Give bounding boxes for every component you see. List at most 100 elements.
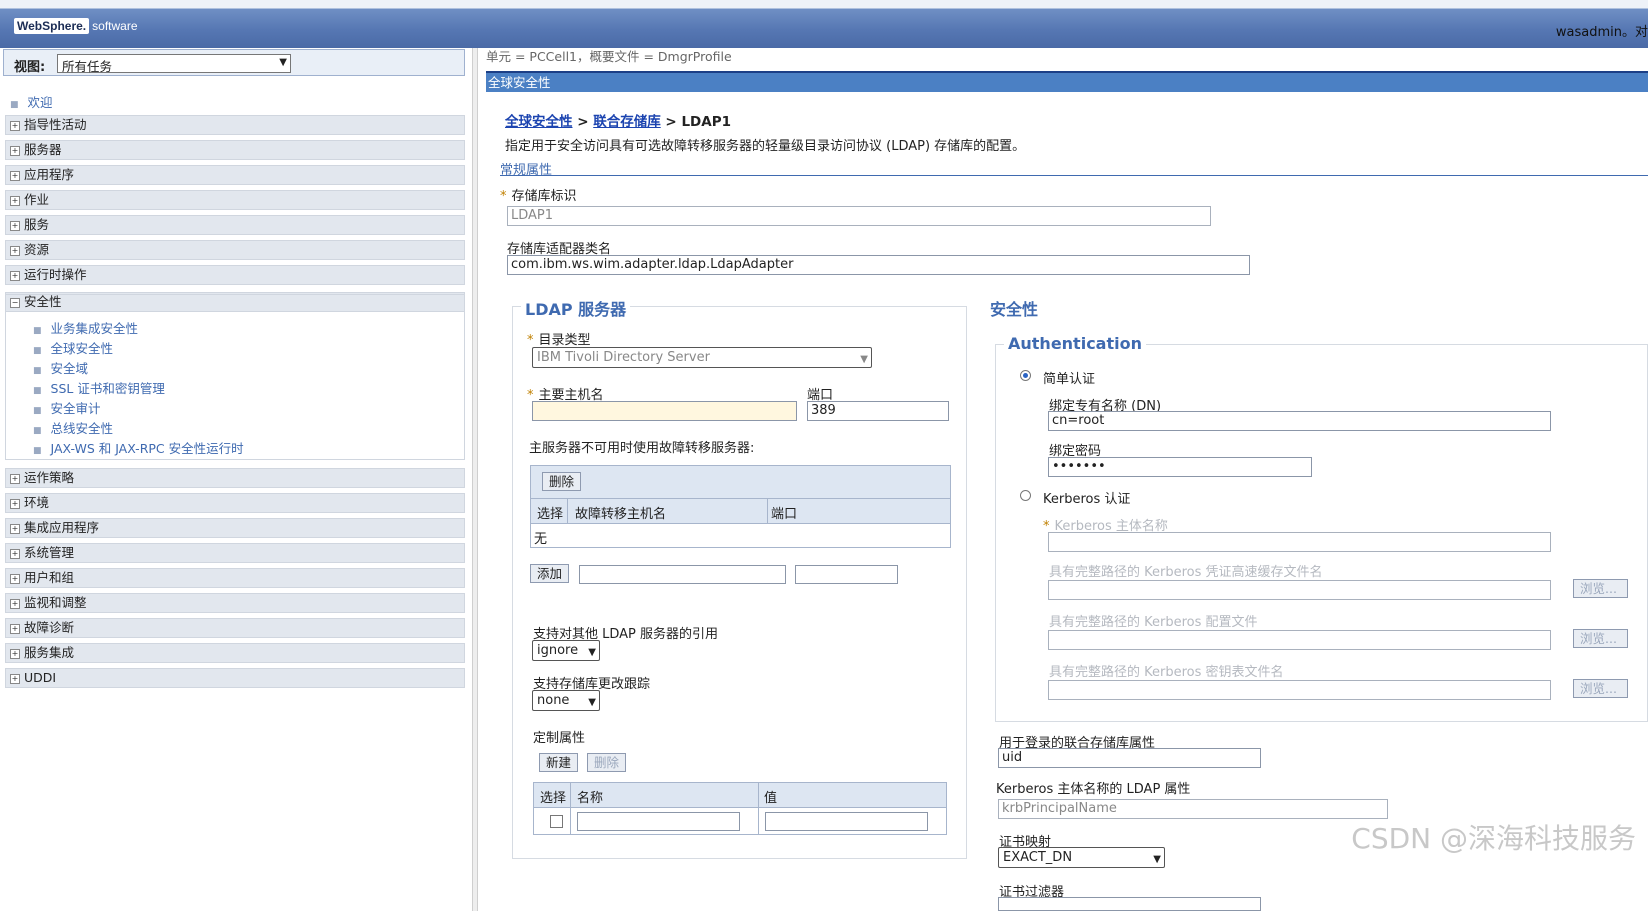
nav-category-troubleshooting[interactable]: + 故障诊断: [5, 618, 465, 638]
nav-item-label: 业务集成安全性: [50, 321, 139, 336]
nav-category-service-integration[interactable]: + 服务集成: [5, 643, 465, 663]
change-tracking-select[interactable]: none ▼: [532, 690, 600, 711]
breadcrumb-current: LDAP1: [681, 114, 731, 130]
expand-icon[interactable]: +: [10, 599, 20, 609]
expand-icon[interactable]: +: [10, 549, 20, 559]
nav-item-label: 安全域: [50, 361, 89, 376]
col-select-header[interactable]: 选择: [540, 787, 566, 806]
watermark: CSDN @深海科技服务: [1351, 822, 1636, 855]
nav-category-label: 监视和调整: [24, 595, 87, 610]
bind-dn-input[interactable]: cn=root: [1048, 411, 1551, 431]
bullet-icon: ■: [33, 346, 42, 356]
referral-select[interactable]: ignore ▼: [532, 640, 600, 661]
expand-icon[interactable]: +: [10, 271, 20, 281]
nav-category-environment[interactable]: + 环境: [5, 493, 465, 513]
col-value-header[interactable]: 值: [764, 787, 777, 806]
browse-keytab-button[interactable]: 浏览...: [1573, 679, 1628, 698]
certificate-mapping-select[interactable]: EXACT_DN ▼: [998, 847, 1165, 868]
nav-category-servers[interactable]: + 服务器: [5, 140, 465, 160]
browse-cache-button[interactable]: 浏览...: [1573, 579, 1628, 598]
expand-icon[interactable]: +: [10, 121, 20, 131]
expand-icon[interactable]: +: [10, 499, 20, 509]
page-description: 指定用于安全访问具有可选故障转移服务器的轻量级目录访问协议 (LDAP) 存储库…: [505, 139, 1026, 154]
view-select[interactable]: 所有任务 ▼: [57, 54, 291, 74]
bullet-icon: ■: [33, 326, 42, 336]
nav-category-runtime-operations[interactable]: + 运行时操作: [5, 265, 465, 285]
nav-category-users-groups[interactable]: + 用户和组: [5, 568, 465, 588]
property-value-input[interactable]: [765, 812, 928, 831]
primary-host-input[interactable]: [532, 401, 797, 421]
expand-icon[interactable]: +: [10, 674, 20, 684]
certificate-filter-input[interactable]: [998, 897, 1261, 911]
kerberos-ldap-attribute-label: Kerberos 主体名称的 LDAP 属性: [996, 782, 1191, 797]
expand-icon[interactable]: +: [10, 474, 20, 484]
expand-icon[interactable]: +: [10, 649, 20, 659]
kerberos-cache-input[interactable]: [1048, 580, 1551, 600]
col-select-header[interactable]: 选择: [537, 503, 563, 522]
expand-icon[interactable]: +: [10, 196, 20, 206]
breadcrumb-federated-repositories-link[interactable]: 联合存储库: [593, 114, 661, 130]
bind-password-input[interactable]: •••••••: [1048, 457, 1312, 477]
nav-category-integrated-apps[interactable]: + 集成应用程序: [5, 518, 465, 538]
expand-icon[interactable]: +: [10, 524, 20, 534]
expand-icon[interactable]: +: [10, 624, 20, 634]
divider: [500, 175, 1648, 176]
row-select-checkbox[interactable]: [550, 815, 563, 828]
chevron-down-icon: ▼: [279, 57, 287, 68]
bullet-icon: ■: [33, 426, 42, 436]
kerberos-keytab-input[interactable]: [1048, 680, 1551, 700]
login-property-input[interactable]: uid: [998, 748, 1261, 768]
col-port-header[interactable]: 端口: [771, 503, 797, 522]
nav-category-applications[interactable]: + 应用程序: [5, 165, 465, 185]
expand-icon[interactable]: +: [10, 574, 20, 584]
nav-item-security-auditing[interactable]: ■ 安全审计: [33, 398, 101, 417]
failover-port-input[interactable]: [795, 565, 898, 584]
expand-icon[interactable]: +: [10, 221, 20, 231]
repository-id-input[interactable]: LDAP1: [507, 206, 1211, 226]
breadcrumb-global-security-link[interactable]: 全球安全性: [505, 114, 573, 130]
directory-type-select[interactable]: IBM Tivoli Directory Server ▼: [532, 347, 872, 368]
nav-category-jobs[interactable]: + 作业: [5, 190, 465, 210]
kerberos-config-input[interactable]: [1048, 630, 1551, 650]
nav-category-system-admin[interactable]: + 系统管理: [5, 543, 465, 563]
kerberos-auth-radio[interactable]: [1020, 490, 1031, 501]
custom-properties-label: 定制属性: [533, 731, 586, 746]
nav-item-global-security[interactable]: ■ 全球安全性: [33, 338, 113, 357]
nav-category-monitoring[interactable]: + 监视和调整: [5, 593, 465, 613]
nav-category-uddi[interactable]: + UDDI: [5, 668, 465, 688]
col-name-header[interactable]: 名称: [577, 787, 603, 806]
col-failover-host-header[interactable]: 故障转移主机名: [575, 503, 666, 522]
browse-config-button[interactable]: 浏览...: [1573, 629, 1628, 648]
current-user[interactable]: wasadmin。对: [1556, 21, 1648, 40]
kerberos-principal-input[interactable]: [1048, 532, 1551, 552]
failover-host-input[interactable]: [579, 565, 786, 584]
adapter-class-input[interactable]: com.ibm.ws.wim.adapter.ldap.LdapAdapter: [507, 255, 1250, 275]
kerberos-ldap-attribute-input[interactable]: krbPrincipalName: [998, 799, 1388, 819]
nav-item-bus-security[interactable]: ■ 总线安全性: [33, 418, 113, 437]
new-property-button[interactable]: 新建: [539, 753, 579, 772]
delete-failover-button[interactable]: 删除: [542, 472, 582, 491]
logo-suffix: software: [92, 19, 138, 33]
nav-item-security-domains[interactable]: ■ 安全域: [33, 358, 88, 377]
panel-splitter[interactable]: [472, 48, 478, 911]
nav-item-ssl-certificates[interactable]: ■ SSL 证书和密钥管理: [33, 378, 165, 397]
view-select-value: 所有任务: [62, 59, 113, 74]
nav-item-bus-integration-security[interactable]: ■ 业务集成安全性: [33, 318, 138, 337]
nav-item-jaxws-security-runtime[interactable]: ■ JAX-WS 和 JAX-RPC 安全性运行时: [33, 438, 244, 457]
expand-icon[interactable]: +: [10, 246, 20, 256]
expand-icon[interactable]: +: [10, 146, 20, 156]
nav-category-label: 服务集成: [24, 645, 75, 660]
simple-auth-radio[interactable]: [1020, 370, 1031, 381]
nav-category-services[interactable]: + 服务: [5, 215, 465, 235]
port-input[interactable]: 389: [807, 401, 949, 421]
nav-category-policies[interactable]: + 运作策略: [5, 468, 465, 488]
simple-auth-label: 简单认证: [1043, 372, 1096, 387]
expand-icon[interactable]: +: [10, 171, 20, 181]
delete-property-button[interactable]: 删除: [587, 753, 627, 772]
add-failover-button[interactable]: 添加: [530, 564, 570, 583]
nav-category-resources[interactable]: + 资源: [5, 240, 465, 260]
property-name-input[interactable]: [577, 812, 740, 831]
nav-category-label: 指导性活动: [24, 117, 87, 132]
nav-category-guided-activities[interactable]: + 指导性活动: [5, 115, 465, 135]
nav-welcome-link[interactable]: ■ 欢迎: [10, 92, 53, 111]
